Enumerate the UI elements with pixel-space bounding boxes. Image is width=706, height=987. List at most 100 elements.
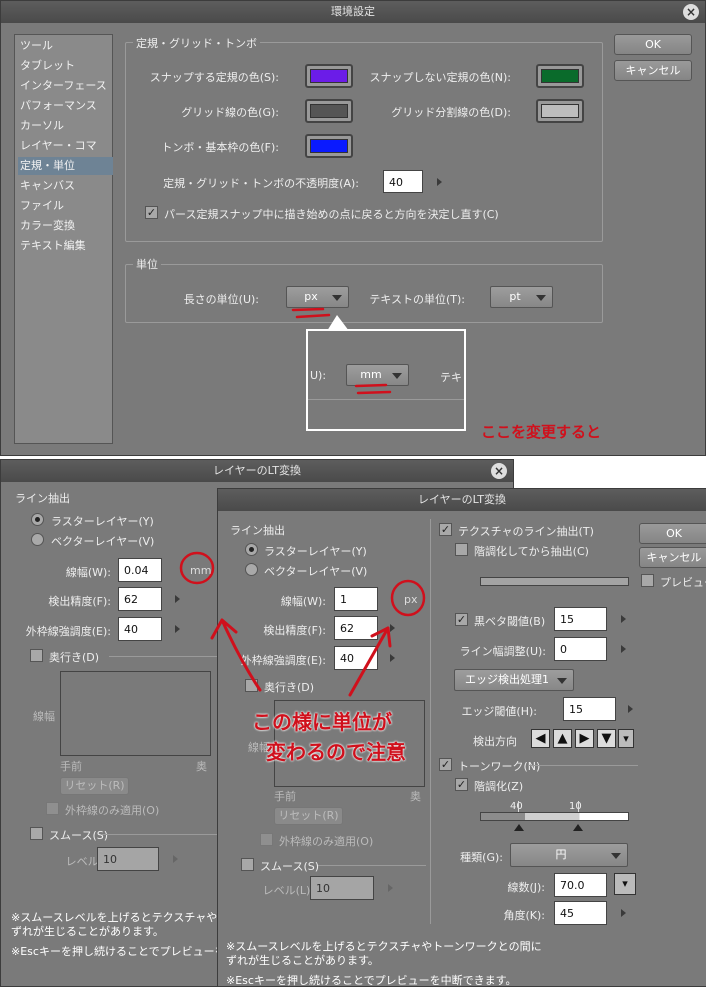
grid-div-color-fill [541, 104, 579, 118]
tone-gradient-bar[interactable] [480, 812, 629, 821]
snap-color-label: スナップする定規の色(S): [149, 71, 279, 84]
nosnap-color-swatch[interactable] [536, 64, 584, 88]
unit-group-title: 単位 [133, 256, 161, 272]
tonework-checkbox[interactable]: ✓ [439, 758, 452, 771]
direction-up-icon[interactable]: ▲ [553, 729, 572, 748]
sidebar-item-interface[interactable]: インターフェース [18, 77, 111, 95]
angle-input[interactable]: 45 [554, 901, 607, 925]
cancel-button[interactable]: キャンセル [614, 60, 692, 81]
type-select[interactable]: 円 [510, 843, 628, 867]
sidebar-item-tool[interactable]: ツール [18, 37, 111, 55]
text-unit-select[interactable]: pt [490, 286, 553, 308]
chevron-down-icon [392, 373, 402, 379]
lt-back-titlebar: レイヤーのLT変換 × [1, 460, 513, 482]
lines-input[interactable]: 70.0 [554, 873, 607, 897]
lt-back-reset-button[interactable]: リセット(R) [60, 777, 129, 795]
lines-dropdown-icon[interactable]: ▾ [614, 873, 636, 895]
sidebar-item-file[interactable]: ファイル [18, 197, 111, 215]
posterize-checkbox[interactable]: ✓ [455, 778, 468, 791]
lt-front-level-arrow-icon[interactable] [388, 884, 393, 892]
sidebar-item-ruler-unit[interactable]: 定規・単位 [18, 157, 113, 175]
sidebar-item-canvas[interactable]: キャンバス [18, 177, 111, 195]
sidebar-item-color-conversion[interactable]: カラー変換 [18, 217, 111, 235]
direction-down-icon[interactable]: ▼ [597, 729, 616, 748]
lt-front-smooth-checkbox[interactable] [241, 858, 254, 871]
chevron-down-icon [332, 295, 342, 301]
category-list: ツール タブレット インターフェース パフォーマンス カーソル レイヤー・コマ … [14, 34, 113, 444]
lt-back-raster-label: ラスターレイヤー(Y) [51, 515, 154, 528]
inset-underline [354, 383, 392, 395]
lt-cancel-button[interactable]: キャンセル [639, 547, 706, 568]
lt-back-vector-radio[interactable] [31, 533, 44, 546]
length-unit-select[interactable]: px [286, 286, 349, 308]
chevron-down-icon [611, 853, 621, 859]
chevron-down-icon [536, 295, 546, 301]
sidebar-item-cursor[interactable]: カーソル [18, 117, 111, 135]
sidebar-item-performance[interactable]: パフォーマンス [18, 97, 111, 115]
lt-back-outer-only-checkbox[interactable] [46, 802, 59, 815]
edge-threshold-arrow-icon[interactable] [628, 705, 633, 713]
lt-front-column-divider [430, 519, 431, 924]
tone-high-value: 10 [569, 801, 582, 812]
lt-front-vector-radio[interactable] [245, 563, 258, 576]
perspective-checkbox[interactable]: ✓ [145, 206, 158, 219]
line-adjust-arrow-icon[interactable] [621, 645, 626, 653]
lt-back-width-input[interactable]: 0.04 [118, 558, 162, 582]
posterize-extract-checkbox[interactable] [455, 543, 468, 556]
angle-arrow-icon[interactable] [621, 909, 626, 917]
preferences-titlebar: 環境設定 × [1, 1, 705, 23]
lt-back-level-arrow-icon[interactable] [173, 855, 178, 863]
lt-back-precision-label: 検出精度(F): [48, 595, 111, 608]
lt-back-graph-front: 手前 [60, 760, 82, 773]
grid-color-swatch[interactable] [305, 99, 353, 123]
lt-back-depth-checkbox[interactable] [30, 649, 43, 662]
texture-line-checkbox[interactable]: ✓ [439, 523, 452, 536]
lt-back-graph-back: 奥 [196, 760, 207, 773]
direction-left-icon[interactable]: ◀ [531, 729, 550, 748]
lt-back-smooth-checkbox[interactable] [30, 827, 43, 840]
edge-threshold-label: エッジ閾値(H): [461, 705, 537, 718]
snap-color-swatch[interactable] [305, 64, 353, 88]
tone-high-handle[interactable] [573, 824, 583, 832]
lt-back-smooth-divider [101, 834, 219, 835]
line-adjust-input[interactable]: 0 [554, 637, 607, 661]
lt-back-outer-input[interactable]: 40 [118, 617, 162, 641]
opacity-input[interactable]: 40 [383, 170, 423, 193]
lt-back-outer-arrow-icon[interactable] [175, 625, 180, 633]
angle-label: 角度(K): [503, 909, 545, 922]
opacity-arrow-icon[interactable] [437, 178, 442, 186]
lt-front-note-2: ※Escキーを押し続けることでプレビューを中断できます。 [226, 974, 517, 987]
lt-front-reset-button[interactable]: リセット(R) [274, 807, 343, 825]
nosnap-color-fill [541, 69, 579, 83]
black-threshold-checkbox[interactable]: ✓ [455, 613, 468, 626]
grid-div-color-swatch[interactable] [536, 99, 584, 123]
lt-front-level-input[interactable]: 10 [310, 876, 374, 900]
edge-process-select[interactable]: エッジ検出処理1 [454, 669, 574, 691]
close-icon[interactable]: × [491, 463, 507, 479]
tone-low-handle[interactable] [514, 824, 524, 832]
lt-front-outer-only-checkbox[interactable] [260, 833, 273, 846]
lt-ok-button[interactable]: OK [639, 523, 706, 544]
text-unit-label: テキストの単位(T): [369, 293, 465, 306]
lt-front-raster-radio[interactable] [245, 543, 258, 556]
lt-back-precision-input[interactable]: 62 [118, 587, 162, 611]
trim-color-swatch[interactable] [305, 134, 353, 158]
sidebar-item-tablet[interactable]: タブレット [18, 57, 111, 75]
close-icon[interactable]: × [683, 4, 699, 20]
sidebar-item-layer-frame[interactable]: レイヤー・コマ [18, 137, 111, 155]
lt-back-level-input[interactable]: 10 [97, 847, 159, 871]
edge-threshold-input[interactable]: 15 [563, 697, 616, 721]
lt-back-precision-arrow-icon[interactable] [175, 595, 180, 603]
inset-text-label: テキ [440, 371, 462, 384]
preview-checkbox[interactable] [641, 574, 654, 587]
black-threshold-arrow-icon[interactable] [621, 615, 626, 623]
direction-right-icon[interactable]: ▶ [575, 729, 594, 748]
lt-back-depth-graph[interactable] [60, 671, 211, 756]
type-value: 円 [555, 848, 567, 861]
black-threshold-input[interactable]: 15 [554, 607, 607, 631]
ok-button[interactable]: OK [614, 34, 692, 55]
lt-back-raster-radio[interactable] [31, 513, 44, 526]
texture-slider[interactable] [480, 577, 629, 586]
direction-menu-icon[interactable]: ▾ [618, 729, 634, 748]
sidebar-item-text-edit[interactable]: テキスト編集 [18, 237, 111, 255]
